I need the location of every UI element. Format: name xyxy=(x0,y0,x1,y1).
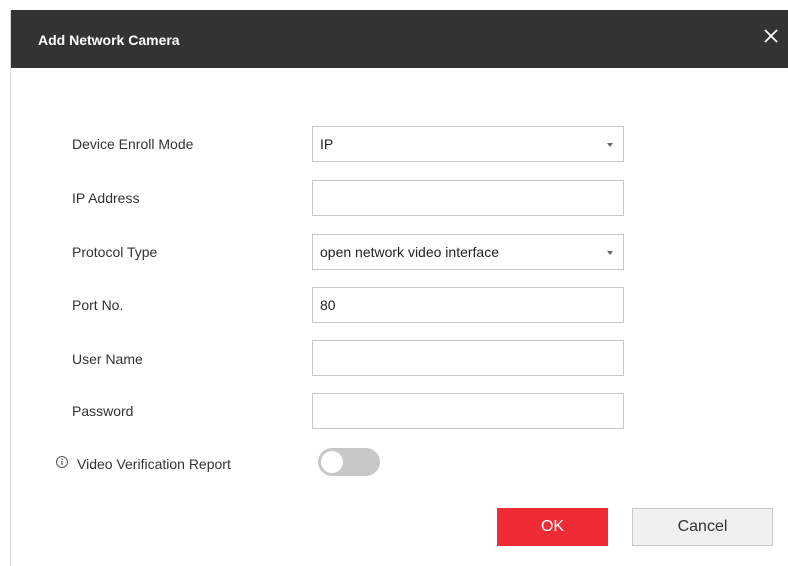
password-input[interactable] xyxy=(312,393,624,429)
dialog-header: Add Network Camera xyxy=(11,10,788,68)
protocol-type-select[interactable]: open network video interface xyxy=(312,234,624,270)
video-verification-report-label: Video Verification Report xyxy=(77,456,231,472)
port-no-label: Port No. xyxy=(72,297,124,313)
info-icon xyxy=(55,455,69,469)
protocol-type-label: Protocol Type xyxy=(72,244,158,260)
ip-address-input[interactable] xyxy=(312,180,624,216)
dialog-title: Add Network Camera xyxy=(38,32,180,48)
device-enroll-mode-value: IP xyxy=(320,136,334,152)
close-icon[interactable] xyxy=(763,28,788,54)
add-network-camera-dialog: Add Network Camera Device Enroll Mode IP… xyxy=(10,10,788,566)
device-enroll-mode-label: Device Enroll Mode xyxy=(72,136,194,152)
protocol-type-value: open network video interface xyxy=(320,244,499,260)
chevron-down-icon xyxy=(607,143,613,147)
user-name-label: User Name xyxy=(72,351,143,367)
cancel-button[interactable]: Cancel xyxy=(632,508,773,546)
device-enroll-mode-select[interactable]: IP xyxy=(312,126,624,162)
port-no-input[interactable] xyxy=(312,287,624,323)
video-verification-report-toggle[interactable] xyxy=(318,448,380,476)
ip-address-label: IP Address xyxy=(72,190,140,206)
ok-button[interactable]: OK xyxy=(497,508,608,546)
chevron-down-icon xyxy=(607,251,613,255)
toggle-knob xyxy=(321,451,343,473)
user-name-input[interactable] xyxy=(312,340,624,376)
password-label: Password xyxy=(72,403,134,419)
